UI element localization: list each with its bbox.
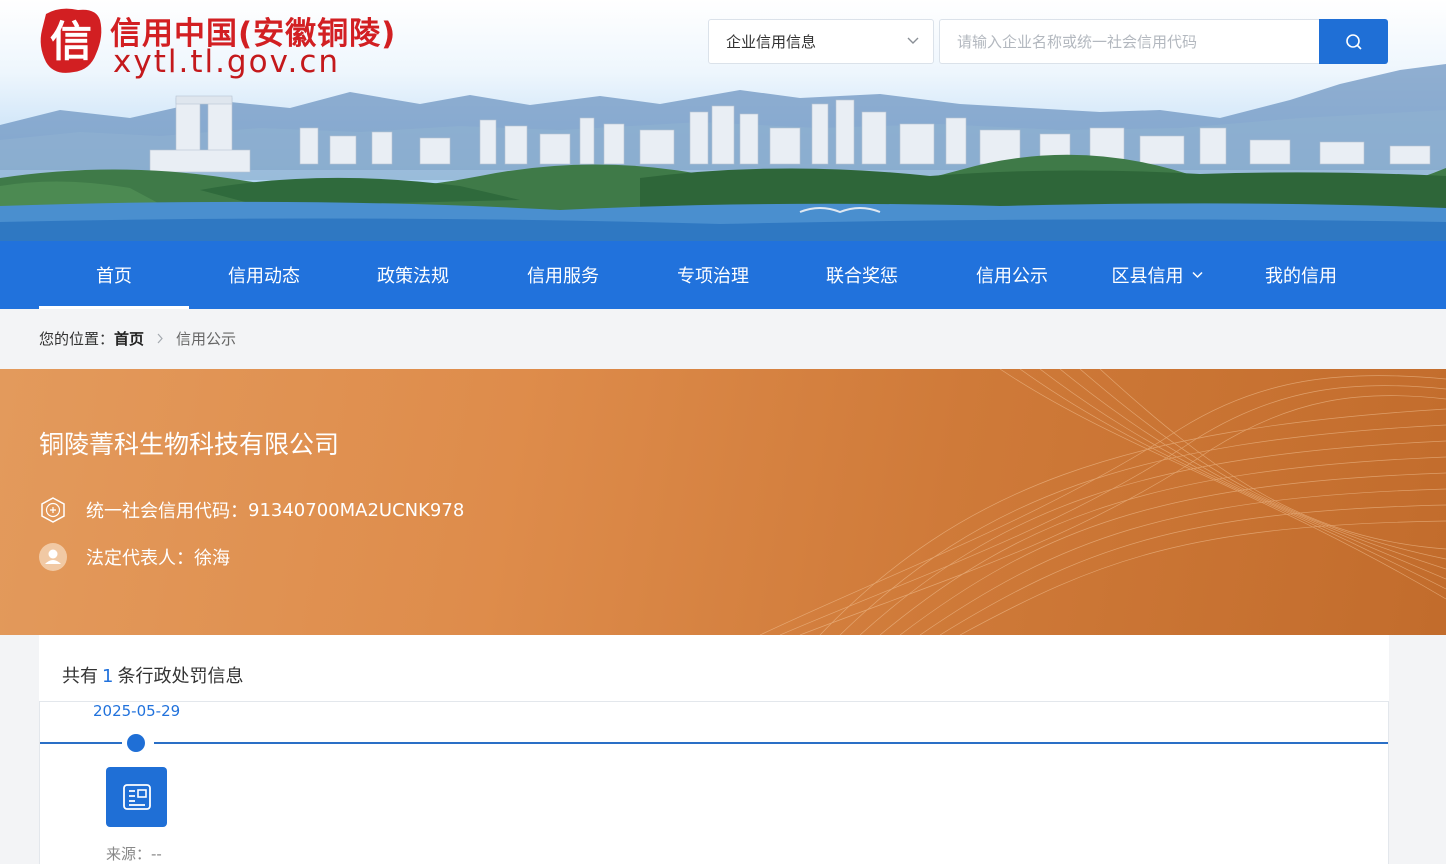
breadcrumb-current: 信用公示	[176, 330, 237, 348]
chevron-down-icon	[1191, 271, 1203, 279]
nav-item-credit-news[interactable]: 信用动态	[189, 241, 339, 309]
record-count-number: 1	[102, 666, 114, 687]
svg-text:信: 信	[50, 17, 92, 66]
credit-code-value: 91340700MA2UCNK978	[248, 499, 465, 521]
document-icon	[122, 784, 151, 810]
nav-item-home[interactable]: 首页	[39, 241, 189, 309]
site-logo[interactable]: 信 信用中国(安徽铜陵) xytl.tl.gov.cn	[38, 4, 438, 80]
enterprise-badge-icon	[41, 497, 65, 523]
breadcrumb-home-link[interactable]: 首页	[114, 328, 144, 349]
credit-code-row: 统一社会信用代码： 91340700MA2UCNK978	[39, 496, 464, 524]
nav-item-credit-publicity[interactable]: 信用公示	[937, 241, 1087, 309]
legal-rep-row: 法定代表人： 徐海	[39, 543, 230, 571]
breadcrumb-prefix: 您的位置：	[39, 330, 115, 348]
record-count: 共有 1 条行政处罚信息	[62, 666, 244, 687]
search-type-select[interactable]: 企业信用信息	[708, 19, 934, 64]
legal-rep-label: 法定代表人：	[86, 548, 194, 569]
company-header: 铜陵菁科生物科技有限公司 统一社会信用代码： 91340700MA2UCNK97…	[0, 369, 1446, 635]
nav-item-credit-service[interactable]: 信用服务	[488, 241, 638, 309]
legal-rep-value: 徐海	[194, 548, 230, 569]
timeline-dot	[127, 734, 145, 752]
header-banner: 信 信用中国(安徽铜陵) xytl.tl.gov.cn 企业信用信息	[0, 0, 1446, 241]
chevron-right-icon	[157, 333, 163, 344]
record-source: 来源：--	[106, 845, 162, 863]
main-nav: 首页 信用动态 政策法规 信用服务 专项治理 联合奖惩 信用公示 区县信用 我的…	[0, 241, 1446, 309]
nav-item-joint-incentives[interactable]: 联合奖惩	[787, 241, 937, 309]
person-icon	[39, 543, 67, 571]
nav-item-special-governance[interactable]: 专项治理	[638, 241, 788, 309]
timeline-date: 2025-05-29	[93, 702, 181, 720]
search-type-value: 企业信用信息	[726, 33, 817, 51]
search-input[interactable]	[939, 19, 1320, 64]
penalty-record-button[interactable]	[106, 767, 167, 827]
credit-code-label: 统一社会信用代码：	[86, 501, 248, 522]
search-icon	[1345, 33, 1362, 50]
xin-seal-icon: 信	[40, 8, 102, 73]
search-button[interactable]	[1319, 19, 1388, 64]
nav-item-district-credit[interactable]: 区县信用	[1082, 241, 1232, 309]
nav-item-my-credit[interactable]: 我的信用	[1226, 241, 1376, 309]
timeline-line	[40, 742, 1388, 744]
company-name: 铜陵菁科生物科技有限公司	[39, 430, 340, 459]
nav-item-policy[interactable]: 政策法规	[338, 241, 488, 309]
records-panel: 共有 1 条行政处罚信息 2025-05-29 来源：--	[39, 635, 1389, 864]
chevron-down-icon	[907, 37, 919, 44]
breadcrumb: 您的位置： 首页 信用公示	[39, 328, 236, 349]
penalty-timeline: 2025-05-29 来源：--	[39, 701, 1389, 864]
site-url: xytl.tl.gov.cn	[113, 44, 341, 80]
